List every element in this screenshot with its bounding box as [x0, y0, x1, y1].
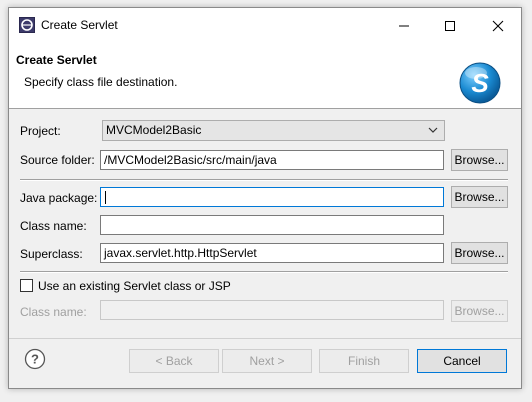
project-value: MVCModel2Basic	[106, 123, 202, 137]
maximize-icon	[445, 21, 455, 32]
cancel-button[interactable]: Cancel	[417, 349, 507, 373]
source-folder-label: Source folder:	[20, 153, 95, 167]
chevron-down-icon	[428, 127, 438, 133]
close-icon	[492, 20, 504, 32]
java-package-label: Java package:	[20, 191, 98, 205]
wizard-title: Create Servlet	[16, 53, 97, 67]
minimize-icon	[399, 25, 409, 27]
existing-class-browse-button: Browse...	[451, 300, 508, 322]
divider	[20, 179, 508, 181]
use-existing-label[interactable]: Use an existing Servlet class or JSP	[38, 279, 231, 293]
project-combo[interactable]: MVCModel2Basic	[102, 120, 445, 141]
svg-text:?: ?	[31, 352, 39, 367]
wizard-header: Create Servlet Specify class file destin…	[9, 42, 521, 109]
existing-class-name-field	[100, 300, 444, 320]
text-cursor	[105, 191, 106, 205]
superclass-field[interactable]: javax.servlet.http.HttpServlet	[100, 243, 444, 263]
eclipse-app-icon	[19, 17, 35, 33]
title-bar: Create Servlet	[9, 8, 521, 42]
source-folder-browse-button[interactable]: Browse...	[451, 149, 508, 171]
servlet-logo-icon: S	[459, 62, 501, 104]
java-package-field[interactable]	[100, 187, 444, 207]
help-icon[interactable]: ?	[24, 348, 46, 370]
create-servlet-dialog: Create Servlet Create Servlet Specify cl…	[8, 7, 522, 389]
class-name-label: Class name:	[20, 219, 87, 233]
close-button[interactable]	[475, 8, 521, 42]
source-folder-field[interactable]: /MVCModel2Basic/src/main/java	[100, 150, 444, 170]
minimize-button[interactable]	[381, 8, 427, 42]
class-name-field[interactable]	[100, 215, 444, 235]
maximize-button[interactable]	[427, 8, 473, 42]
back-button: < Back	[129, 349, 219, 373]
superclass-browse-button[interactable]: Browse...	[451, 242, 508, 264]
wizard-description: Specify class file destination.	[24, 75, 178, 89]
next-button: Next >	[222, 349, 312, 373]
superclass-label: Superclass:	[20, 247, 83, 261]
use-existing-checkbox[interactable]	[20, 279, 33, 292]
svg-text:S: S	[471, 68, 489, 98]
source-folder-value: /MVCModel2Basic/src/main/java	[104, 153, 277, 167]
java-package-browse-button[interactable]: Browse...	[451, 186, 508, 208]
project-label: Project:	[20, 124, 61, 138]
existing-class-name-label: Class name:	[20, 305, 87, 319]
finish-button: Finish	[319, 349, 409, 373]
superclass-value: javax.servlet.http.HttpServlet	[104, 246, 257, 260]
divider	[20, 271, 508, 273]
footer-divider	[9, 338, 521, 339]
window-title: Create Servlet	[41, 18, 118, 32]
